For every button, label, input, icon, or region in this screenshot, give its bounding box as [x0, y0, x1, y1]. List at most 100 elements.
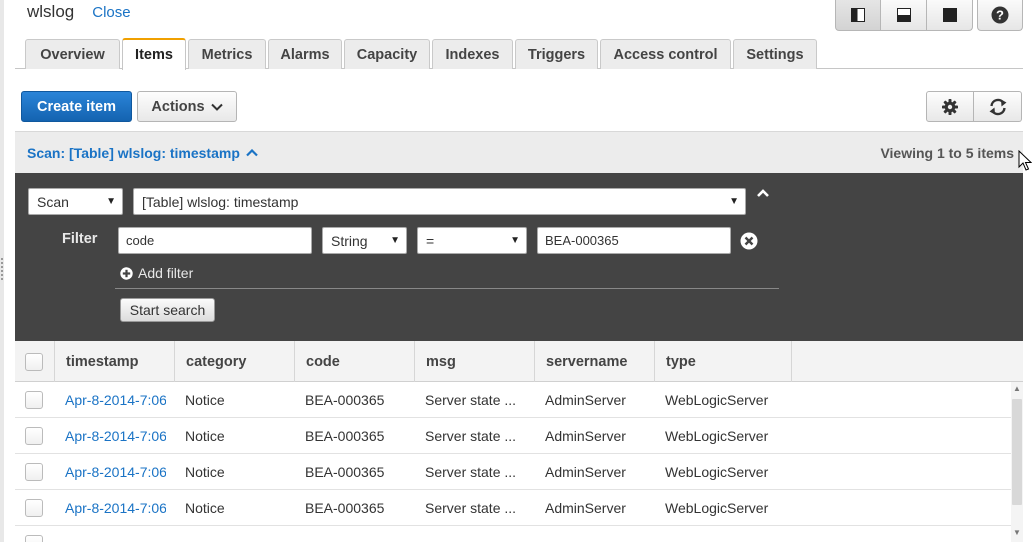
remove-filter-icon[interactable]	[740, 232, 758, 250]
column-header-category[interactable]: category	[175, 341, 295, 382]
table-row[interactable]: Apr-8-2014-7:06 Notice BEA-000365 Server…	[15, 490, 1011, 526]
tab-access-control[interactable]: Access control	[600, 39, 731, 69]
row-checkbox[interactable]	[25, 426, 43, 445]
view-layout-group	[835, 0, 973, 31]
actions-dropdown-button[interactable]: Actions	[137, 91, 237, 122]
filter-value-text: BEA-000365	[545, 233, 619, 248]
chevron-down-icon	[210, 103, 223, 111]
close-link[interactable]: Close	[92, 4, 130, 21]
row-checkbox[interactable]	[25, 462, 43, 481]
column-header-servername[interactable]: servername	[535, 341, 655, 382]
scroll-down-icon[interactable]: ▼	[1013, 528, 1021, 537]
dropdown-arrow-icon: ▼	[106, 196, 116, 207]
results-grid: timestamp category code msg servername t…	[15, 341, 1023, 542]
code-cell: BEA-000365	[305, 463, 385, 480]
select-all-cell	[15, 341, 55, 382]
msg-cell: Server state ...	[425, 427, 517, 444]
dropdown-arrow-icon: ▼	[390, 235, 400, 246]
table-row[interactable]: Apr-8-2014-7:06 Notice BEA-000365 Server…	[15, 418, 1011, 454]
tab-triggers[interactable]: Triggers	[515, 39, 598, 69]
svg-text:?: ?	[996, 8, 1004, 23]
tab-overview[interactable]: Overview	[25, 39, 120, 69]
scan-target-value: [Table] wlslog: timestamp	[142, 193, 299, 210]
timestamp-link[interactable]: Apr-8-2014-7:06	[65, 454, 166, 489]
chevron-up-icon	[246, 149, 258, 157]
panel-divider	[115, 288, 779, 289]
scan-toggle[interactable]: Scan: [Table] wlslog: timestamp	[27, 145, 258, 161]
filter-operator-value: =	[426, 232, 435, 249]
refresh-button[interactable]	[974, 91, 1022, 122]
grid-tools-group	[926, 91, 1022, 122]
tab-capacity[interactable]: Capacity	[344, 39, 430, 69]
row-checkbox-cell	[25, 382, 49, 417]
column-header-type[interactable]: type	[655, 341, 792, 382]
row-checkbox[interactable]	[25, 535, 43, 542]
code-cell: BEA-000365	[305, 499, 385, 516]
row-checkbox-cell	[25, 535, 49, 542]
full-view-button[interactable]	[927, 0, 973, 31]
table-row[interactable]: Apr-8-2014-7:06 Notice BEA-000365 Server…	[15, 382, 1011, 418]
create-item-button[interactable]: Create item	[21, 91, 132, 122]
scan-target-select[interactable]: [Table] wlslog: timestamp ▼	[133, 188, 746, 215]
select-all-checkbox[interactable]	[25, 352, 43, 371]
refresh-icon	[989, 98, 1006, 115]
split-bottom-view-icon	[896, 8, 911, 22]
tab-alarms[interactable]: Alarms	[268, 39, 342, 69]
create-item-label: Create item	[37, 98, 116, 115]
column-header-timestamp[interactable]: timestamp	[55, 341, 175, 382]
msg-cell: Server state ...	[425, 499, 517, 516]
scroll-up-icon[interactable]: ▲	[1013, 384, 1021, 393]
resize-handle[interactable]	[1, 258, 3, 280]
tab-metrics[interactable]: Metrics	[188, 39, 266, 69]
settings-button[interactable]	[926, 91, 974, 122]
column-header-msg[interactable]: msg	[415, 341, 535, 382]
tab-bar: Overview Items Metrics Alarms Capacity I…	[15, 38, 1023, 70]
split-left-view-button[interactable]	[835, 0, 881, 31]
scan-filter-panel: Scan ▼ [Table] wlslog: timestamp ▼ Filte…	[15, 173, 1023, 341]
column-header-code[interactable]: code	[295, 341, 415, 382]
type-cell: WebLogicServer	[665, 463, 769, 480]
filter-attribute-input[interactable]: code	[118, 227, 312, 254]
type-cell: WebLogicServer	[665, 391, 769, 408]
servername-cell: AdminServer	[545, 463, 626, 480]
row-checkbox[interactable]	[25, 390, 43, 409]
help-button[interactable]: ?	[977, 0, 1023, 31]
timestamp-link[interactable]: Apr-8-2014-7:06	[65, 382, 166, 417]
scan-mode-select[interactable]: Scan ▼	[28, 188, 123, 215]
row-checkbox-cell	[25, 454, 49, 489]
tab-items[interactable]: Items	[122, 38, 186, 70]
row-checkbox[interactable]	[25, 498, 43, 517]
servername-cell: AdminServer	[545, 499, 626, 516]
scan-title: Scan: [Table] wlslog: timestamp	[27, 145, 240, 161]
tab-settings[interactable]: Settings	[733, 39, 817, 69]
servername-cell: AdminServer	[545, 427, 626, 444]
table-row-partial[interactable]	[15, 526, 1011, 542]
full-view-icon	[942, 8, 957, 22]
servername-cell: AdminServer	[545, 391, 626, 408]
msg-cell: Server state ...	[425, 463, 517, 480]
category-cell: Notice	[185, 463, 225, 480]
type-cell: WebLogicServer	[665, 499, 769, 516]
filter-type-value: String	[331, 232, 368, 249]
filter-type-select[interactable]: String ▼	[322, 227, 407, 254]
table-row[interactable]: Apr-8-2014-7:06 Notice BEA-000365 Server…	[15, 454, 1011, 490]
actions-label: Actions	[151, 98, 205, 115]
type-cell: WebLogicServer	[665, 427, 769, 444]
start-search-button[interactable]: Start search	[120, 298, 215, 322]
viewing-count: Viewing 1 to 5 items	[880, 145, 1014, 161]
grid-scrollbar[interactable]: ▲ ▼	[1011, 382, 1023, 542]
filter-value-input[interactable]: BEA-000365	[537, 227, 731, 254]
timestamp-link[interactable]: Apr-8-2014-7:06	[65, 418, 166, 453]
tab-indexes[interactable]: Indexes	[432, 39, 513, 69]
plus-circle-icon	[120, 266, 133, 280]
split-bottom-view-button[interactable]	[881, 0, 927, 31]
add-filter-link[interactable]: Add filter	[120, 265, 193, 281]
dropdown-arrow-icon: ▼	[510, 235, 520, 246]
row-checkbox-cell	[25, 490, 49, 525]
row-checkbox-cell	[25, 418, 49, 453]
collapse-panel-icon[interactable]	[756, 188, 770, 198]
timestamp-link[interactable]: Apr-8-2014-7:06	[65, 490, 166, 525]
filter-operator-select[interactable]: = ▼	[417, 227, 527, 254]
scroll-thumb[interactable]	[1012, 399, 1022, 505]
mouse-cursor-icon	[1018, 150, 1032, 171]
